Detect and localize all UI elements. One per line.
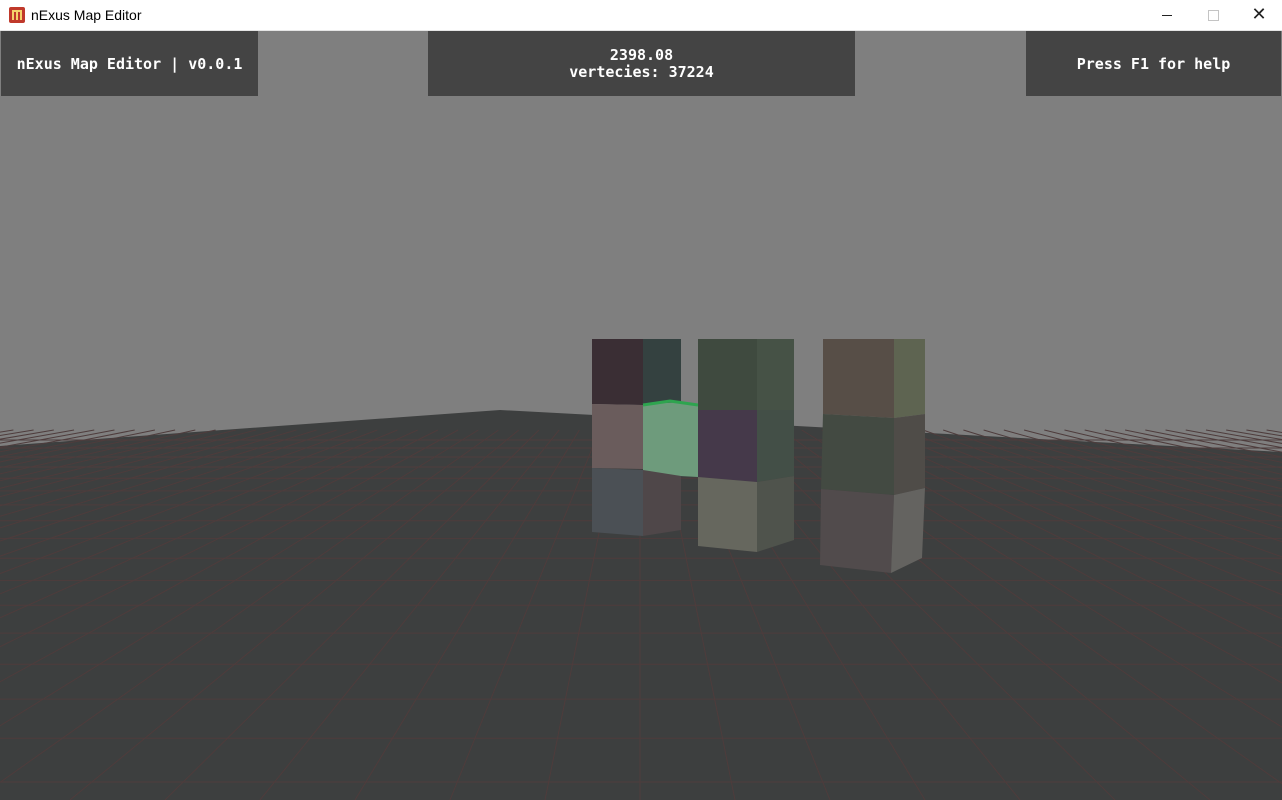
help-panel: Press F1 for help (1026, 31, 1281, 96)
block-stack-3 (820, 339, 925, 573)
maximize-icon (1207, 9, 1219, 21)
app-logo-icon (9, 7, 25, 23)
minimize-icon (1162, 14, 1172, 16)
close-button[interactable]: ✕ (1236, 0, 1282, 30)
fps-counter: 2398.08 (609, 45, 674, 64)
block-face (643, 470, 681, 536)
window-title: nExus Map Editor (31, 7, 142, 23)
block-face (592, 404, 643, 469)
block-face (698, 477, 757, 552)
version-label: nExus Map Editor | v0.0.1 (16, 54, 243, 73)
block-face (823, 339, 894, 418)
block-stack-2 (698, 339, 794, 552)
window-titlebar[interactable]: nExus Map Editor ✕ (0, 0, 1282, 31)
block-face (757, 339, 794, 410)
selected-block (643, 402, 698, 477)
block-face (820, 489, 894, 573)
3d-viewport[interactable]: nExus Map Editor | v0.0.1 2398.08 vertec… (0, 31, 1282, 800)
block-face (757, 476, 794, 552)
block-face (894, 414, 925, 495)
block-face (894, 339, 925, 418)
scene-canvas[interactable] (0, 31, 1282, 800)
block-face (643, 339, 681, 405)
stats-panel: 2398.08 vertecies: 37224 (428, 31, 855, 96)
close-icon: ✕ (1251, 4, 1267, 25)
block-face (757, 410, 794, 482)
maximize-button[interactable] (1190, 0, 1236, 30)
help-hint: Press F1 for help (1076, 54, 1231, 73)
block-face (592, 339, 643, 405)
minimize-button[interactable] (1144, 0, 1190, 30)
block-face (698, 410, 757, 482)
block-face (698, 339, 757, 410)
version-panel: nExus Map Editor | v0.0.1 (1, 31, 258, 96)
vertex-counter: vertecies: 37224 (569, 62, 714, 81)
block-face (821, 414, 894, 495)
block-face (592, 468, 643, 536)
